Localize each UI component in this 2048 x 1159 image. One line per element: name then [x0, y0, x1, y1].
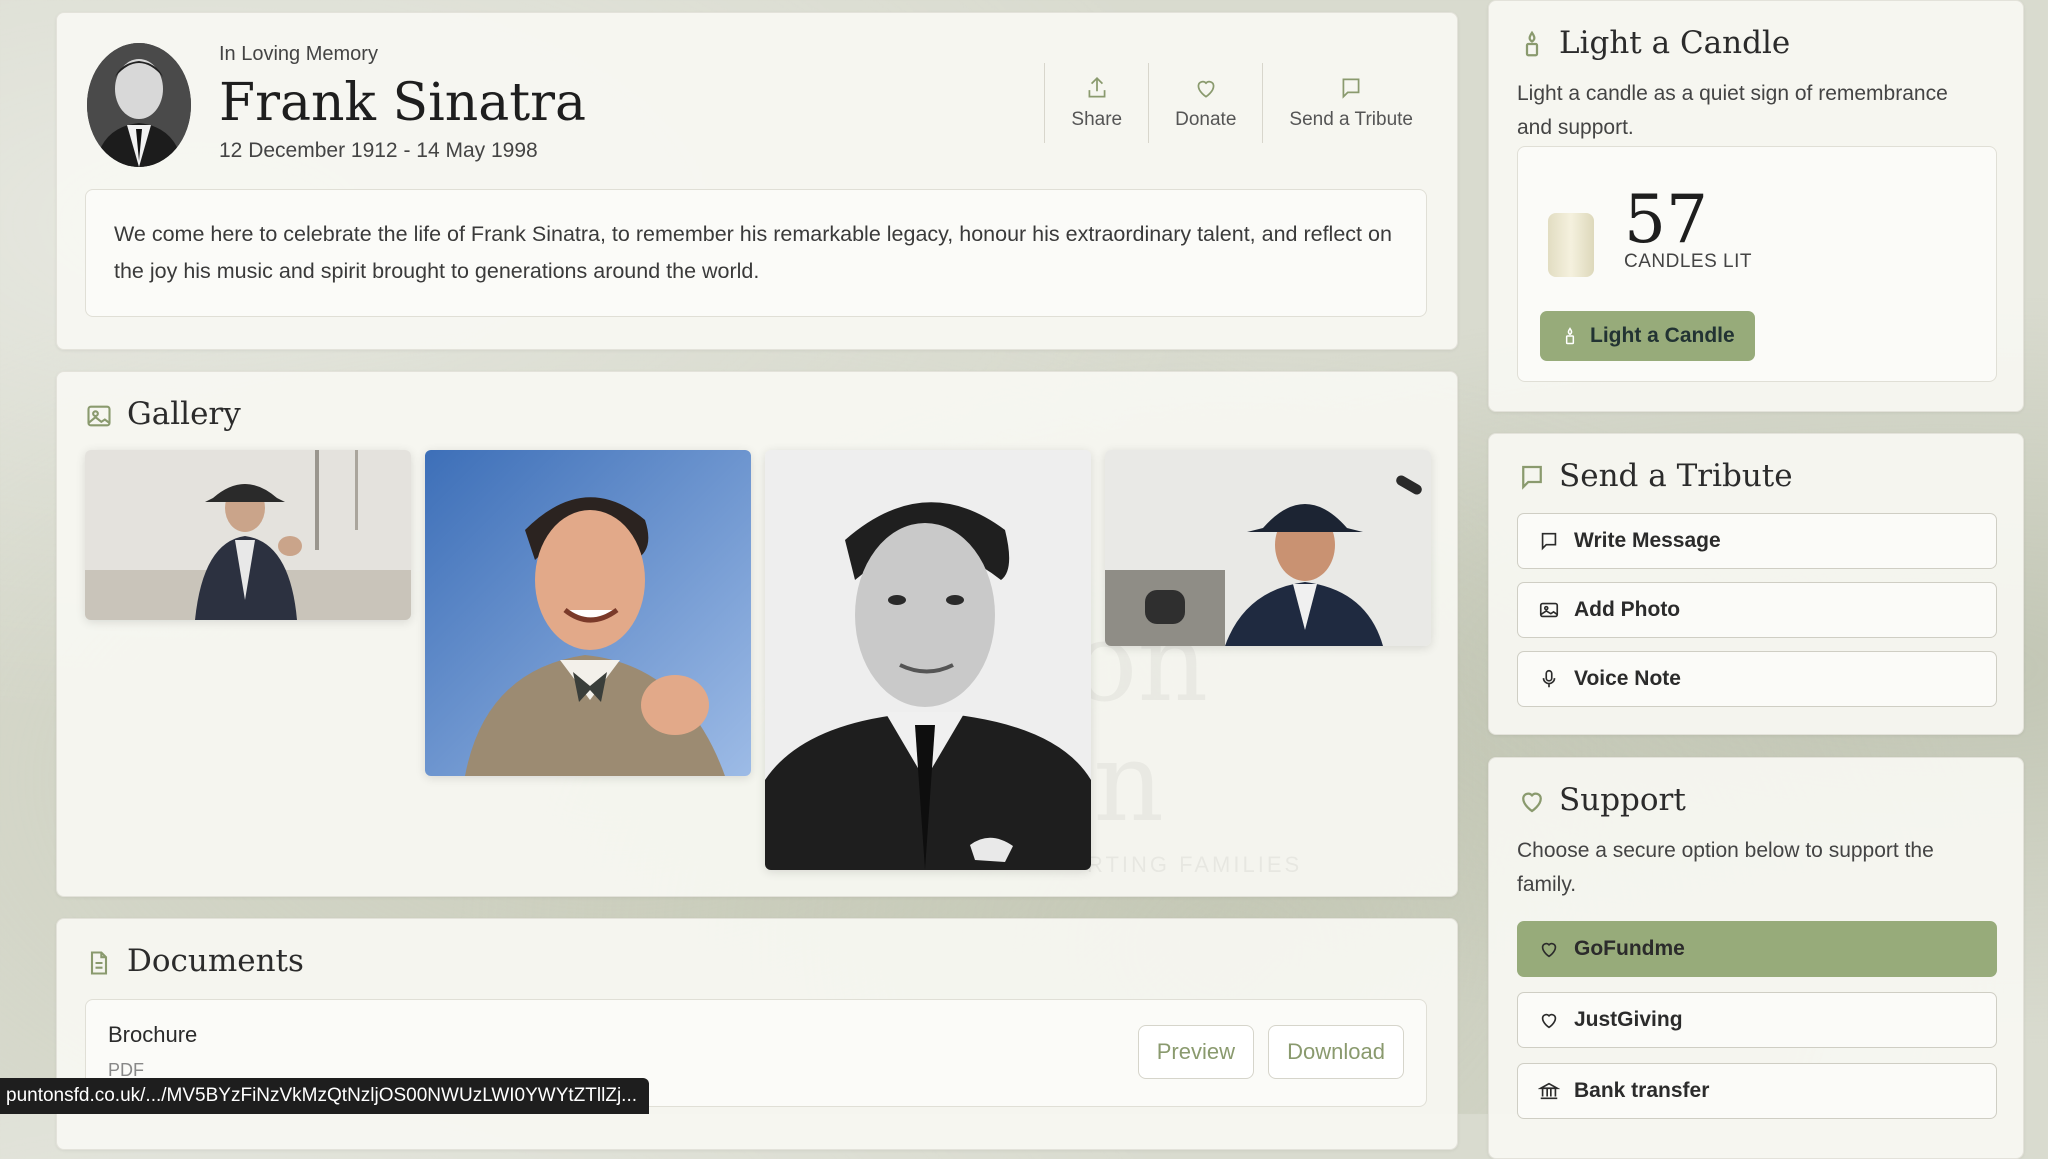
- candle-counter-card: 57 CANDLES LIT Light a Candle: [1517, 146, 1997, 382]
- support-description: Choose a secure option below to support …: [1517, 839, 1934, 896]
- donate-button[interactable]: Donate: [1148, 63, 1262, 143]
- justgiving-button[interactable]: JustGiving: [1517, 992, 1997, 1048]
- tribute-section: Send a Tribute Write Message Add Photo V…: [1488, 433, 2024, 735]
- documents-section: Documents Brochure PDF Preview Download: [56, 918, 1458, 1150]
- status-bar-url: puntonsfd.co.uk/.../MV5BYzFiNzVkMzQtNzlj…: [0, 1078, 649, 1114]
- gallery-photo-4[interactable]: [1105, 450, 1431, 646]
- gallery-section: Gallery ton on RTING FAMILIES: [56, 371, 1458, 897]
- tribute-title: Send a Tribute: [1559, 458, 1793, 494]
- candle-count: 57: [1624, 181, 1708, 258]
- chat-icon: [1541, 532, 1557, 551]
- light-candle-label: Light a Candle: [1590, 324, 1735, 347]
- candle-count-label: CANDLES LIT: [1624, 251, 1752, 272]
- life-dates: 12 December 1912 - 14 May 1998: [219, 139, 538, 162]
- send-tribute-button[interactable]: Send a Tribute: [1262, 63, 1439, 143]
- donate-label: Donate: [1175, 109, 1237, 130]
- voice-note-label: Voice Note: [1574, 667, 1681, 690]
- share-icon: [1088, 77, 1106, 98]
- document-icon: [90, 951, 108, 975]
- gallery-title: Gallery: [127, 396, 241, 432]
- image-icon: [1539, 602, 1559, 618]
- documents-title: Documents: [127, 943, 304, 979]
- add-photo-button[interactable]: Add Photo: [1517, 582, 1997, 638]
- preview-button[interactable]: Preview: [1137, 1025, 1254, 1079]
- microphone-icon: [1542, 669, 1556, 688]
- candle-section: Light a Candle Light a candle as a quiet…: [1488, 0, 2024, 412]
- memorial-subtitle: In Loving Memory: [219, 43, 378, 65]
- bank-transfer-label: Bank transfer: [1574, 1079, 1710, 1102]
- candle-description: Light a candle as a quiet sign of rememb…: [1517, 82, 1948, 139]
- add-photo-label: Add Photo: [1574, 598, 1681, 621]
- page-title: Frank Sinatra: [219, 73, 586, 133]
- intro-message: We come here to celebrate the life of Fr…: [85, 189, 1427, 317]
- gallery-photo-3[interactable]: [765, 450, 1091, 870]
- bank-transfer-button[interactable]: Bank transfer: [1517, 1063, 1997, 1119]
- voice-note-button[interactable]: Voice Note: [1517, 651, 1997, 707]
- download-button[interactable]: Download: [1268, 1025, 1404, 1079]
- watermark-subtext: RTING FAMILIES: [1087, 852, 1303, 877]
- share-label: Share: [1071, 109, 1123, 130]
- heart-icon: [1541, 942, 1557, 958]
- candle-icon: [1525, 30, 1539, 57]
- light-candle-button[interactable]: Light a Candle: [1540, 311, 1755, 361]
- write-message-label: Write Message: [1574, 529, 1721, 552]
- document-name: Brochure: [108, 1022, 198, 1047]
- gofundme-label: GoFundme: [1574, 937, 1685, 960]
- candle-title: Light a Candle: [1559, 25, 1791, 61]
- memorial-header: In Loving Memory Frank Sinatra 12 Decemb…: [56, 12, 1458, 350]
- chat-icon: [1522, 465, 1542, 490]
- send-tribute-label: Send a Tribute: [1289, 109, 1413, 130]
- justgiving-label: JustGiving: [1574, 1008, 1683, 1031]
- support-title: Support: [1559, 782, 1686, 818]
- image-icon: [87, 405, 111, 427]
- candle-graphic: [1548, 213, 1594, 277]
- write-message-button[interactable]: Write Message: [1517, 513, 1997, 569]
- header-actions: Share Donate Send a Tribute: [1044, 63, 1439, 143]
- share-button[interactable]: Share: [1044, 63, 1148, 143]
- gallery-photo-2[interactable]: [425, 450, 751, 776]
- heart-icon: [1197, 80, 1215, 98]
- support-section: Support Choose a secure option below to …: [1488, 757, 2024, 1159]
- avatar: [87, 43, 191, 167]
- gofundme-button[interactable]: GoFundme: [1517, 921, 1997, 977]
- candle-icon: [1565, 327, 1575, 345]
- chat-icon: [1342, 78, 1360, 99]
- heart-icon: [1522, 792, 1542, 813]
- heart-icon: [1541, 1013, 1557, 1029]
- gallery-photo-1[interactable]: [85, 450, 411, 620]
- bank-icon: [1538, 1082, 1560, 1100]
